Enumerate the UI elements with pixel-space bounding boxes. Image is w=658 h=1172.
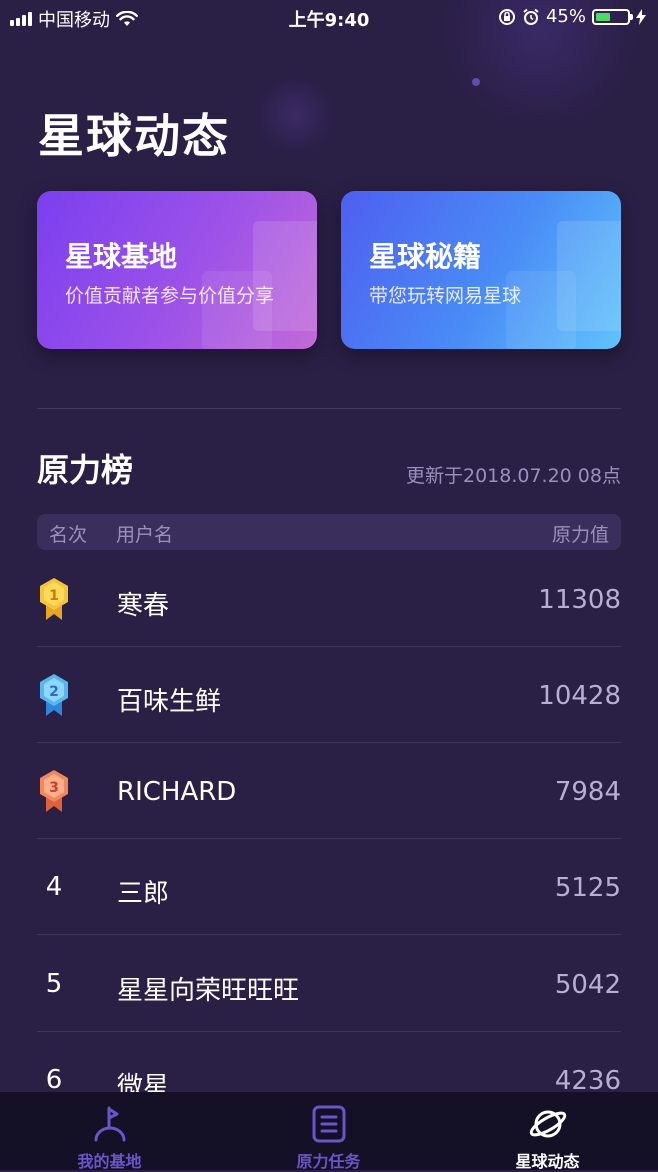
leaderboard-updated-time: 更新于2018.07.20 08点 xyxy=(405,465,621,487)
force-score: 5042 xyxy=(554,970,621,1000)
leaderboard-row[interactable]: 2 百味生鲜 10428 xyxy=(37,647,621,743)
header-user: 用户名 xyxy=(116,524,174,546)
rotation-lock-icon xyxy=(498,8,515,25)
planet-icon xyxy=(529,1110,566,1138)
user-name: 寒春 xyxy=(117,591,170,621)
battery-icon xyxy=(592,8,633,25)
alarm-icon xyxy=(523,8,539,25)
tab-label: 原力任务 xyxy=(296,1152,361,1171)
tab-label: 星球动态 xyxy=(515,1152,580,1171)
force-score: 7984 xyxy=(554,777,621,807)
charging-bolt-icon xyxy=(636,8,646,25)
force-score: 5125 xyxy=(554,873,621,903)
leaderboard-row[interactable]: 4 三郎 5125 xyxy=(37,839,621,935)
force-score: 11308 xyxy=(538,585,621,615)
rank-number: 4 xyxy=(45,872,63,902)
bronze-medal-icon: 3 xyxy=(37,743,71,839)
tab-my-base[interactable]: 我的基地 xyxy=(0,1092,219,1171)
leaderboard-header: 名次 用户名 原力值 xyxy=(37,514,621,550)
bottom-tab-bar: 我的基地 原力任务 星球动态 xyxy=(0,1092,658,1171)
tab-force-tasks[interactable]: 原力任务 xyxy=(219,1092,438,1171)
leaderboard-row[interactable]: 5 星星向荣旺旺旺 5042 xyxy=(37,936,621,1032)
leaderboard-row[interactable]: 1 寒春 11308 xyxy=(37,551,621,647)
leaderboard-title: 原力榜 xyxy=(37,451,134,489)
page-title: 星球动态 xyxy=(38,109,230,163)
user-name: 星星向荣旺旺旺 xyxy=(117,976,300,1006)
planet-guide-card[interactable]: 星球秘籍 带您玩转网易星球 xyxy=(341,191,621,349)
flag-planet-icon xyxy=(94,1106,125,1142)
header-score: 原力值 xyxy=(551,524,609,546)
gold-medal-icon: 1 xyxy=(37,551,71,647)
battery-fill xyxy=(596,12,610,21)
planet-base-card[interactable]: 星球基地 价值贡献者参与价值分享 xyxy=(37,191,317,349)
tab-label: 我的基地 xyxy=(77,1152,142,1171)
battery-percent: 45% xyxy=(545,6,586,27)
blue-medal-icon: 2 xyxy=(37,647,71,743)
user-name: RICHARD xyxy=(117,777,237,807)
medal-rank-number: 1 xyxy=(49,588,59,604)
row-divider xyxy=(37,934,621,935)
background-glow-small xyxy=(250,80,340,150)
force-score: 10428 xyxy=(538,681,621,711)
header-rank: 名次 xyxy=(49,524,88,546)
card-subtitle: 价值贡献者参与价值分享 xyxy=(65,285,275,307)
background-star-dot xyxy=(472,78,480,86)
leaderboard-row[interactable]: 3 RICHARD 7984 xyxy=(37,743,621,839)
medal-rank-number: 2 xyxy=(49,684,59,700)
status-bar: 中国移动 上午9:40 45% xyxy=(0,0,658,34)
section-divider xyxy=(37,408,621,409)
user-name: 三郎 xyxy=(117,879,170,909)
card-title: 星球秘籍 xyxy=(369,240,482,273)
list-icon xyxy=(312,1105,345,1143)
user-name: 百味生鲜 xyxy=(117,687,222,717)
card-subtitle: 带您玩转网易星球 xyxy=(369,285,522,307)
rank-number: 5 xyxy=(45,969,63,999)
card-title: 星球基地 xyxy=(65,240,178,273)
tab-planet-news[interactable]: 星球动态 xyxy=(438,1092,657,1171)
medal-rank-number: 3 xyxy=(49,780,59,796)
